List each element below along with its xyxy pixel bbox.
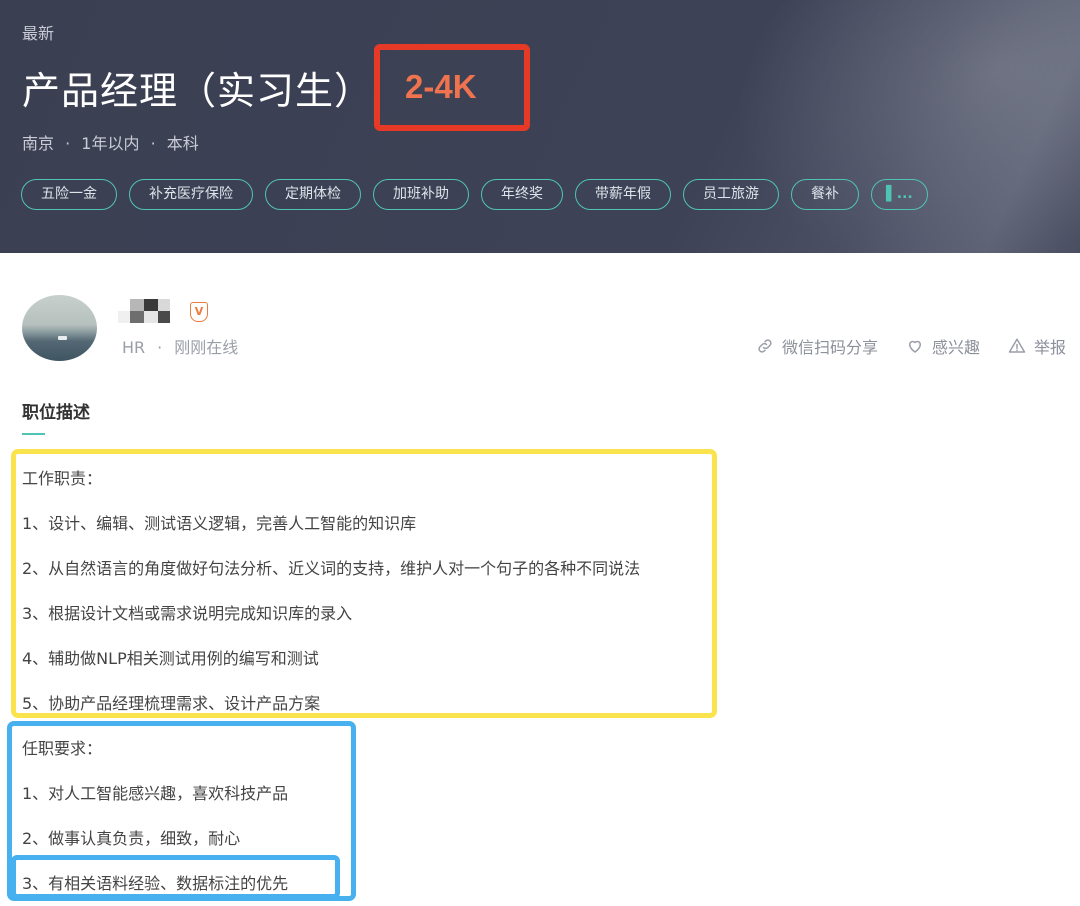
interest-button[interactable]: 感兴趣: [906, 334, 980, 358]
avatar[interactable]: [22, 295, 97, 361]
interest-label: 感兴趣: [931, 338, 980, 357]
link-icon: [758, 339, 772, 353]
requirement-item: 1、对人工智能感兴趣，喜欢科技产品: [22, 784, 289, 803]
section-underline: [22, 433, 45, 435]
job-meta: 南京 · 1年以内 · 本科: [22, 130, 199, 154]
benefit-tags: 五险一金 补充医疗保险 定期体检 加班补助 年终奖 带薪年假 员工旅游 餐补 ▌…: [21, 179, 928, 210]
duty-item: 1、设计、编辑、测试语义逻辑，完善人工智能的知识库: [22, 514, 417, 533]
benefit-tag: 加班补助: [373, 179, 469, 210]
salary: 2-4K: [405, 68, 477, 105]
benefit-tag: 定期体检: [265, 179, 361, 210]
benefit-tag: 五险一金: [21, 179, 117, 210]
duty-item: 2、从自然语言的角度做好句法分析、近义词的支持，维护人对一个句子的各种不同说法: [22, 559, 641, 578]
v-badge-icon: V: [190, 302, 208, 322]
recruiter-separator: ·: [157, 338, 163, 357]
duties-highlight-box: [11, 449, 717, 718]
job-title: 产品经理（实习生）: [22, 69, 374, 113]
more-tags-button[interactable]: ▌...: [871, 179, 928, 210]
requirements-heading: 任职要求：: [22, 739, 103, 758]
recruiter-role: HR: [122, 338, 146, 357]
duty-item: 4、辅助做NLP相关测试用例的编写和测试: [22, 649, 319, 668]
warning-icon: [1008, 338, 1026, 353]
benefit-tag: 餐补: [791, 179, 859, 210]
requirement-item: 3、有相关语料经验、数据标注的优先: [22, 874, 289, 893]
job-actions: 微信扫码分享 感兴趣 举报: [756, 334, 1066, 358]
share-label: 微信扫码分享: [781, 338, 878, 357]
benefit-tag: 带薪年假: [575, 179, 671, 210]
duty-item: 5、协助产品经理梳理需求、设计产品方案: [22, 694, 321, 713]
status-label: 最新: [22, 24, 55, 43]
meta-city: 南京: [22, 134, 55, 153]
avatar-boat: [58, 336, 67, 340]
duty-item: 3、根据设计文档或需求说明完成知识库的录入: [22, 604, 353, 623]
report-button[interactable]: 举报: [1008, 334, 1066, 358]
section-title: 职位描述: [22, 403, 90, 423]
report-label: 举报: [1033, 338, 1066, 357]
header-decoration: [674, 0, 1080, 253]
meta-separator: ·: [150, 134, 156, 153]
benefit-tag: 员工旅游: [683, 179, 779, 210]
heart-icon: [908, 340, 921, 353]
meta-separator: ·: [65, 134, 71, 153]
meta-experience: 1年以内: [81, 134, 140, 153]
recruiter-info: HR · 刚刚在线: [122, 334, 238, 358]
recruiter-status: 刚刚在线: [174, 338, 239, 357]
recruiter-name-pixelated: [118, 297, 172, 323]
requirement-item: 2、做事认真负责，细致，耐心: [22, 829, 241, 848]
job-header: 最新 产品经理（实习生） 2-4K 南京 · 1年以内 · 本科 五险一金 补充…: [0, 0, 1080, 253]
meta-education: 本科: [166, 134, 199, 153]
benefit-tag: 补充医疗保险: [129, 179, 253, 210]
duties-heading: 工作职责：: [22, 469, 103, 488]
benefit-tag: 年终奖: [481, 179, 563, 210]
share-button[interactable]: 微信扫码分享: [756, 334, 878, 358]
